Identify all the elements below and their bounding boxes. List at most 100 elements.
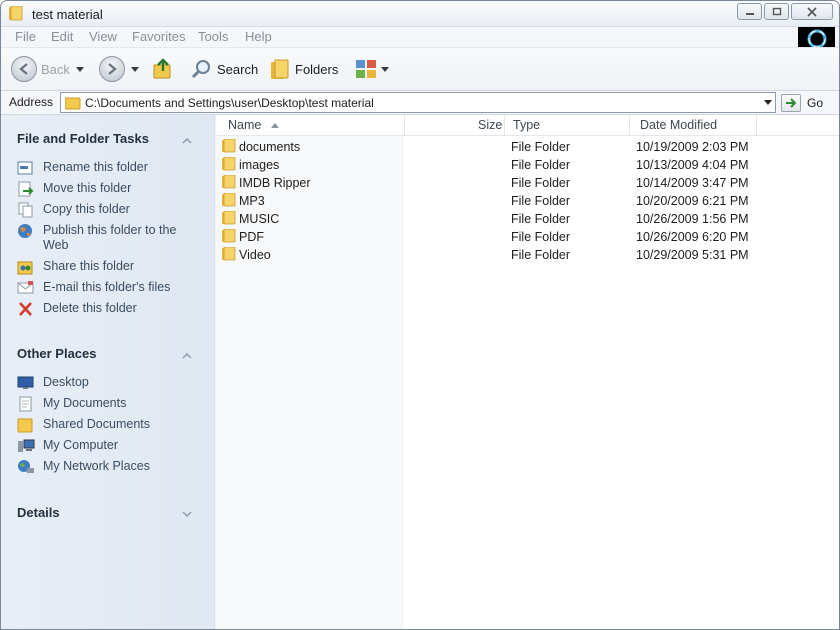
file-date: 10/29/2009 5:31 PM	[636, 248, 749, 262]
documents-icon	[19, 396, 32, 412]
views-button[interactable]	[355, 54, 389, 84]
column-header-row: Name Size Type Date Modified	[216, 115, 839, 136]
table-row[interactable]: documents File Folder 10/19/2009 2:03 PM	[216, 138, 839, 156]
folder-icon	[222, 192, 236, 210]
address-field[interactable]: C:\Documents and Settings\user\Desktop\t…	[60, 92, 776, 113]
file-name: documents	[239, 140, 301, 154]
back-button[interactable]: Back	[11, 54, 84, 84]
file-date: 10/20/2009 6:21 PM	[636, 194, 749, 208]
file-type: File Folder	[511, 194, 571, 208]
views-dropdown-icon[interactable]	[381, 66, 389, 72]
up-folder-icon	[153, 58, 171, 79]
place-shared-documents[interactable]: Shared Documents	[17, 417, 193, 433]
other-places-title[interactable]: Other Places	[17, 346, 97, 361]
column-date-modified[interactable]: Date Modified	[640, 118, 717, 132]
folder-icon	[222, 138, 236, 156]
back-dropdown-icon[interactable]	[75, 66, 84, 72]
go-label: Go	[807, 96, 824, 110]
forward-dropdown-icon[interactable]	[131, 66, 139, 72]
sort-ascending-icon	[271, 123, 279, 128]
column-divider[interactable]	[504, 115, 505, 136]
folder-icon	[222, 246, 236, 264]
table-row[interactable]: images File Folder 10/13/2009 4:04 PM	[216, 156, 839, 174]
task-label: E-mail this folder's files	[43, 280, 171, 294]
toolbar: Back Search Folders	[1, 47, 839, 91]
menu-edit[interactable]: Edit	[51, 29, 73, 44]
column-divider[interactable]	[404, 115, 405, 136]
forward-button[interactable]	[99, 54, 139, 84]
menu-help[interactable]: Help	[245, 29, 272, 44]
file-date: 10/26/2009 1:56 PM	[636, 212, 749, 226]
up-folder-button[interactable]	[151, 54, 175, 84]
place-my-computer[interactable]: My Computer	[17, 438, 193, 454]
close-icon	[807, 6, 817, 17]
forward-arrow-icon	[99, 56, 125, 82]
go-button[interactable]: Go	[781, 93, 823, 113]
task-move-folder[interactable]: Move this folder	[17, 181, 193, 197]
details-title[interactable]: Details	[17, 505, 60, 520]
task-delete-folder[interactable]: Delete this folder	[17, 301, 193, 317]
task-publish-folder[interactable]: Publish this folder to the Web	[17, 223, 193, 253]
explorer-window: test material File Edit View Favorites T…	[0, 0, 840, 630]
table-row[interactable]: Video File Folder 10/29/2009 5:31 PM	[216, 246, 839, 264]
task-pane: File and Folder Tasks Rename this folder…	[1, 115, 215, 629]
collapse-chevron-icon[interactable]	[181, 135, 192, 146]
task-label: Share this folder	[43, 259, 135, 273]
minimize-button[interactable]	[737, 3, 762, 20]
table-row[interactable]: IMDB Ripper File Folder 10/14/2009 3:47 PM	[216, 174, 839, 192]
expand-chevron-icon[interactable]	[181, 508, 192, 519]
column-name[interactable]: Name	[228, 118, 261, 132]
maximize-button[interactable]	[764, 3, 789, 20]
folder-icon	[17, 418, 33, 433]
file-date: 10/13/2009 4:04 PM	[636, 158, 749, 172]
address-dropdown-icon[interactable]	[764, 100, 772, 105]
place-my-network-places[interactable]: My Network Places	[17, 459, 193, 475]
table-row[interactable]: MP3 File Folder 10/20/2009 6:21 PM	[216, 192, 839, 210]
folders-button[interactable]: Folders	[269, 54, 338, 84]
task-share-folder[interactable]: Share this folder	[17, 259, 193, 275]
delete-icon	[19, 302, 32, 316]
task-label: Move this folder	[43, 181, 132, 195]
task-email-files[interactable]: E-mail this folder's files	[17, 280, 193, 296]
file-name: MP3	[239, 194, 265, 208]
move-icon	[18, 181, 34, 197]
file-name: Video	[239, 248, 271, 262]
column-size[interactable]: Size	[478, 118, 502, 132]
place-my-documents[interactable]: My Documents	[17, 396, 193, 412]
file-folder-tasks-title[interactable]: File and Folder Tasks	[17, 131, 149, 146]
folder-icon	[222, 210, 236, 228]
menu-file[interactable]: File	[15, 29, 36, 44]
search-label: Search	[217, 61, 259, 77]
globe-icon	[18, 224, 32, 238]
file-name: MUSIC	[239, 212, 280, 226]
file-type: File Folder	[511, 176, 571, 190]
file-list: Name Size Type Date Modified documents Fi…	[216, 115, 839, 629]
collapse-chevron-icon[interactable]	[181, 350, 192, 361]
folder-icon	[222, 228, 236, 246]
table-row[interactable]: MUSIC File Folder 10/26/2009 1:56 PM	[216, 210, 839, 228]
column-divider[interactable]	[756, 115, 757, 136]
copy-icon	[18, 202, 33, 218]
task-rename-folder[interactable]: Rename this folder	[17, 160, 193, 176]
menu-tools[interactable]: Tools	[198, 29, 228, 44]
table-row[interactable]: PDF File Folder 10/26/2009 6:20 PM	[216, 228, 839, 246]
file-type: File Folder	[511, 140, 571, 154]
place-label: My Computer	[43, 438, 119, 452]
file-name: IMDB Ripper	[239, 176, 311, 190]
back-arrow-icon	[11, 56, 37, 82]
close-button[interactable]	[791, 3, 833, 20]
file-name: images	[239, 158, 280, 172]
search-button[interactable]: Search	[191, 54, 258, 84]
menu-view[interactable]: View	[89, 29, 117, 44]
column-divider[interactable]	[629, 115, 630, 136]
task-label: Rename this folder	[43, 160, 148, 174]
menu-favorites[interactable]: Favorites	[132, 29, 185, 44]
task-label: Publish this folder to the Web	[43, 223, 177, 252]
task-copy-folder[interactable]: Copy this folder	[17, 202, 193, 218]
file-type: File Folder	[511, 158, 571, 172]
menu-bar: File Edit View Favorites Tools Help	[1, 27, 839, 51]
column-type[interactable]: Type	[513, 118, 540, 132]
place-desktop[interactable]: Desktop	[17, 375, 193, 391]
place-label: My Documents	[43, 396, 127, 410]
file-type: File Folder	[511, 248, 571, 262]
